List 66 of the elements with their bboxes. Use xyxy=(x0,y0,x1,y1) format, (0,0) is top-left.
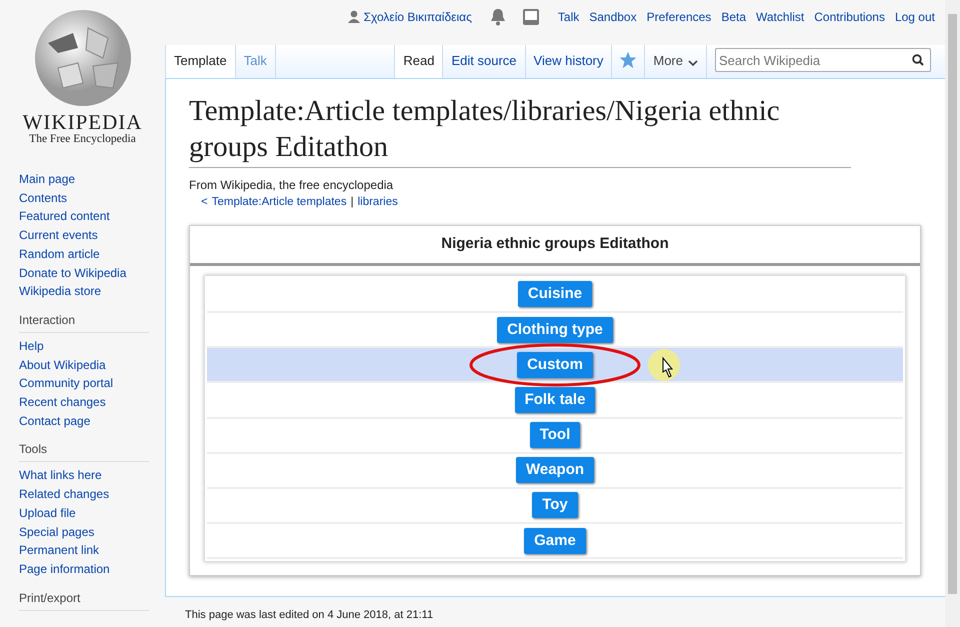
navbox-row[interactable]: Toy xyxy=(207,488,903,524)
navbox-link-button[interactable]: Folk tale xyxy=(514,386,596,413)
inbox-icon[interactable] xyxy=(522,8,540,26)
breadcrumb-link[interactable]: libraries xyxy=(358,194,398,212)
sidebar-link[interactable]: About Wikipedia xyxy=(19,356,165,374)
sidebar-link[interactable]: Donate to Wikipedia xyxy=(19,264,165,282)
breadcrumb-separator: | xyxy=(350,195,354,210)
sidebar-link[interactable]: Contents xyxy=(19,188,165,208)
search-field[interactable]: Search Wikipedia xyxy=(715,48,931,72)
bell-icon[interactable] xyxy=(490,8,506,26)
cursor-highlight-icon xyxy=(647,348,681,382)
sidebar-link[interactable]: Permanent link xyxy=(19,541,165,560)
view-tab[interactable]: View history xyxy=(526,45,612,78)
navbox-link-button[interactable]: Weapon xyxy=(516,457,594,484)
sidebar-link[interactable]: Wikipedia store xyxy=(19,282,165,301)
navbox-row[interactable]: Weapon xyxy=(207,454,903,489)
sidebar-link[interactable]: Featured content xyxy=(19,207,165,226)
breadcrumb-arrow: < xyxy=(201,195,208,210)
sidebar-heading[interactable]: Interaction xyxy=(19,310,149,333)
sidebar-link[interactable]: Main page xyxy=(19,170,165,189)
view-tab[interactable]: Edit source xyxy=(443,45,526,78)
user-link[interactable]: Σχολείο Βικιπαίδειας xyxy=(364,8,472,26)
sidebar-link[interactable]: Help xyxy=(19,336,165,356)
navbox-link-button[interactable]: Cuisine xyxy=(518,281,592,308)
site-subtitle: From Wikipedia, the free encyclopedia xyxy=(189,177,394,194)
user-menu-link[interactable]: Preferences xyxy=(646,8,712,26)
star-icon[interactable] xyxy=(620,52,636,68)
user-menu-link[interactable]: Log out xyxy=(894,8,935,26)
sidebar-heading[interactable]: Print/export xyxy=(19,588,149,611)
navbox-row[interactable]: Game xyxy=(207,524,903,560)
sidebar-link[interactable]: Recent changes xyxy=(19,393,165,412)
navbox-link-button[interactable]: Game xyxy=(524,528,586,554)
user-menu-link[interactable]: Sandbox xyxy=(589,8,637,26)
last-edited-text: This page was last edited on 4 June 2018, at 21:11 xyxy=(184,608,434,623)
sidebar-link[interactable]: Upload file xyxy=(19,504,165,523)
navbox-link-button[interactable]: Tool xyxy=(530,422,580,448)
sidebar-link[interactable]: Special pages xyxy=(19,522,165,542)
user-menu-link[interactable]: Watchlist xyxy=(756,8,804,26)
view-tab[interactable]: Read xyxy=(395,45,444,78)
navbox-row[interactable]: Cuisine xyxy=(207,278,903,313)
chevron-down-icon xyxy=(688,59,698,67)
navbox-row[interactable]: Tool xyxy=(207,418,903,454)
sidebar-link[interactable]: Contact page xyxy=(19,412,165,430)
page-title: Template:Article templates/libraries/Nigeria ethnic groups Editathon xyxy=(189,93,851,168)
sidebar-link[interactable]: Related changes xyxy=(19,485,165,504)
sidebar-heading[interactable]: Tools xyxy=(19,440,149,462)
navbox-link-button[interactable]: Custom xyxy=(517,352,593,378)
more-menu[interactable]: More xyxy=(645,45,707,78)
sidebar-link[interactable]: Current events xyxy=(19,226,165,245)
wordmark: WIKIPEDIA xyxy=(22,112,142,133)
user-menu-link[interactable]: Beta xyxy=(721,8,746,26)
navbox-link-button[interactable]: Clothing type xyxy=(497,316,613,343)
navbox-row[interactable]: Folk tale xyxy=(207,383,903,418)
namespace-tab[interactable]: Template xyxy=(165,45,236,78)
user-menu-link[interactable]: Talk xyxy=(558,8,580,26)
navbox-link-button[interactable]: Toy xyxy=(532,492,578,518)
sidebar-link[interactable]: Page information xyxy=(19,560,165,579)
breadcrumb-link[interactable]: Template:Article templates xyxy=(212,194,347,212)
search-icon[interactable] xyxy=(912,54,924,66)
user-menu-link[interactable]: Contributions xyxy=(814,8,885,26)
sidebar-link[interactable]: What links here xyxy=(19,466,165,486)
sidebar-link[interactable]: Random article xyxy=(19,244,165,264)
navbox-title: Nigeria ethnic groups Editathon xyxy=(190,226,920,266)
tagline: The Free Encyclopedia xyxy=(29,133,136,147)
sidebar-link[interactable]: Community portal xyxy=(19,374,165,394)
user-icon xyxy=(348,10,360,23)
